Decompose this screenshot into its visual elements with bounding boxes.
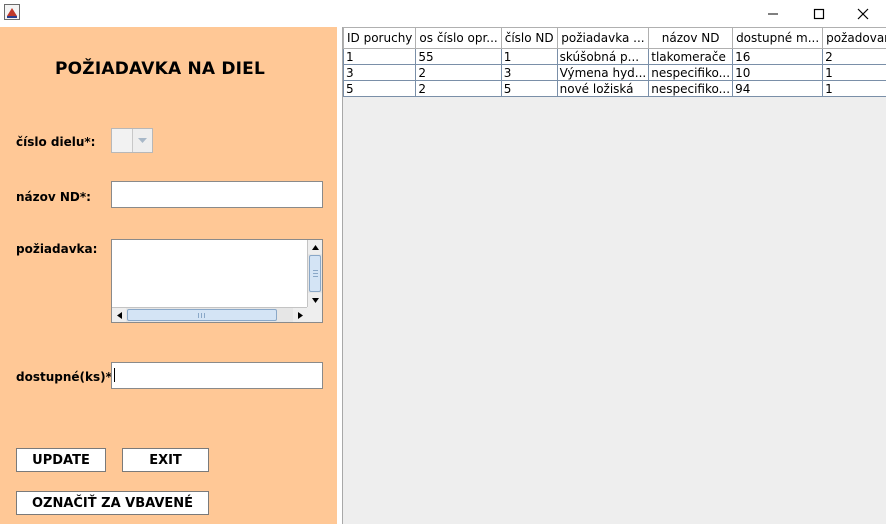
- column-header[interactable]: požadované...: [822, 27, 886, 49]
- column-header[interactable]: dostupné m...: [732, 27, 824, 49]
- table-cell[interactable]: 10: [732, 64, 824, 81]
- window-titlebar: [0, 0, 886, 27]
- dostupne-input[interactable]: [111, 362, 323, 389]
- table-cell[interactable]: 94: [732, 80, 824, 97]
- table-cell[interactable]: nespecifiko...: [648, 64, 734, 81]
- table-cell[interactable]: 3: [342, 64, 417, 81]
- horizontal-scroll-thumb[interactable]: [127, 309, 277, 321]
- java-app-icon: [4, 4, 20, 20]
- requests-table-panel: ID poruchy os číslo opr... číslo ND poži…: [342, 27, 886, 524]
- table-cell[interactable]: 2: [415, 64, 502, 81]
- poziadavka-label: požiadavka:: [16, 242, 98, 256]
- cislo-dielu-label: číslo dielu*:: [16, 135, 96, 149]
- scroll-left-icon[interactable]: [112, 308, 126, 322]
- scroll-corner: [307, 307, 322, 322]
- table-cell[interactable]: nespecifiko...: [648, 80, 734, 97]
- cislo-dielu-combobox[interactable]: [111, 128, 153, 153]
- dostupne-label: dostupné(ks)*:: [16, 370, 117, 384]
- table-header-row: ID poruchy os číslo opr... číslo ND poži…: [342, 27, 886, 49]
- close-icon: [857, 8, 869, 19]
- table-cell[interactable]: 2: [822, 48, 886, 65]
- table-row[interactable]: 3 2 3 Výmena hyd... nespecifiko... 10 1: [342, 64, 886, 81]
- scroll-up-icon[interactable]: [308, 240, 322, 254]
- mark-resolved-button[interactable]: OZNAČIŤ ZA VBAVENÉ: [16, 491, 209, 515]
- chevron-down-icon[interactable]: [133, 129, 152, 152]
- column-header[interactable]: požiadavka ...: [556, 27, 650, 49]
- table-cell[interactable]: 2: [415, 80, 502, 97]
- column-header[interactable]: os číslo opr...: [415, 27, 502, 49]
- poziadavka-text[interactable]: [112, 240, 307, 307]
- vertical-scrollbar[interactable]: [307, 240, 322, 307]
- maximize-icon: [813, 8, 825, 19]
- text-caret: [114, 368, 115, 382]
- table-cell[interactable]: 3: [500, 64, 558, 81]
- column-header[interactable]: názov ND: [648, 27, 734, 49]
- nazov-nd-label: názov ND*:: [16, 190, 91, 204]
- table-cell[interactable]: 1: [822, 80, 886, 97]
- table-cell[interactable]: tlakomerače: [648, 48, 734, 65]
- scroll-down-icon[interactable]: [308, 293, 322, 307]
- request-form-panel: POŽIADAVKA NA DIEL číslo dielu*: názov N…: [0, 27, 337, 524]
- update-button[interactable]: UPDATE: [16, 448, 106, 472]
- poziadavka-textarea[interactable]: [111, 239, 323, 323]
- requests-table: ID poruchy os číslo opr... číslo ND poži…: [342, 27, 886, 97]
- table-cell[interactable]: skúšobná p...: [556, 48, 650, 65]
- column-header[interactable]: ID poruchy: [342, 27, 417, 49]
- exit-button[interactable]: EXIT: [122, 448, 209, 472]
- vertical-scroll-thumb[interactable]: [309, 255, 321, 292]
- table-cell[interactable]: 1: [500, 48, 558, 65]
- table-cell[interactable]: 5: [500, 80, 558, 97]
- combobox-value: [112, 129, 133, 152]
- table-cell[interactable]: Výmena hyd...: [556, 64, 650, 81]
- close-button[interactable]: [840, 0, 886, 27]
- form-title: POŽIADAVKA NA DIEL: [55, 59, 266, 79]
- nazov-nd-input[interactable]: [111, 181, 323, 208]
- maximize-button[interactable]: [796, 0, 842, 27]
- minimize-icon: [768, 13, 778, 14]
- column-header[interactable]: číslo ND: [500, 27, 558, 49]
- scroll-right-icon[interactable]: [293, 308, 307, 322]
- table-cell[interactable]: 5: [342, 80, 417, 97]
- table-cell[interactable]: nové ložiská: [556, 80, 650, 97]
- table-cell[interactable]: 16: [732, 48, 824, 65]
- minimize-button[interactable]: [750, 0, 796, 27]
- table-row[interactable]: 1 55 1 skúšobná p... tlakomerače 16 2: [342, 48, 886, 65]
- table-cell[interactable]: 1: [822, 64, 886, 81]
- table-row[interactable]: 5 2 5 nové ložiská nespecifiko... 94 1: [342, 80, 886, 97]
- horizontal-scrollbar[interactable]: [112, 307, 307, 322]
- table-cell[interactable]: 55: [415, 48, 502, 65]
- table-cell[interactable]: 1: [342, 48, 417, 65]
